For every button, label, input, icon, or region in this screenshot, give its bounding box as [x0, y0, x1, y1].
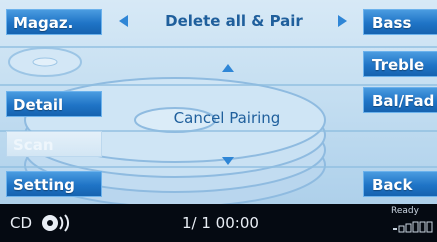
divider-line — [0, 84, 437, 86]
back-button[interactable]: Back — [363, 171, 437, 197]
detail-button[interactable]: Detail — [6, 91, 102, 117]
cancel-pairing-item[interactable]: Cancel Pairing — [142, 107, 312, 129]
track-time: 1/ 1 00:00 — [182, 214, 259, 232]
bass-button[interactable]: Bass — [363, 9, 437, 35]
source-label: CD — [10, 214, 33, 232]
arrow-up-icon[interactable] — [222, 64, 234, 72]
cd-disc-icon — [42, 214, 69, 232]
status-bar: CD 1/ 1 00:00 Ready — [0, 204, 437, 242]
ready-status: Ready — [391, 206, 419, 216]
menu-title: Delete all & Pair — [165, 12, 303, 30]
arrow-right-icon[interactable] — [338, 15, 347, 27]
scan-button: Scan — [6, 131, 102, 157]
divider-line — [0, 46, 437, 48]
balance-fader-button[interactable]: Bal/Fad — [363, 87, 437, 113]
divider-line — [0, 166, 437, 168]
infotainment-screen: Delete all & Pair Magaz. Detail Scan Set… — [0, 0, 437, 242]
arrow-down-icon[interactable] — [222, 157, 234, 165]
treble-button[interactable]: Treble — [363, 51, 437, 77]
signal-strength-icon — [393, 221, 433, 233]
setting-button[interactable]: Setting — [6, 171, 102, 197]
magazine-button[interactable]: Magaz. — [6, 9, 102, 35]
